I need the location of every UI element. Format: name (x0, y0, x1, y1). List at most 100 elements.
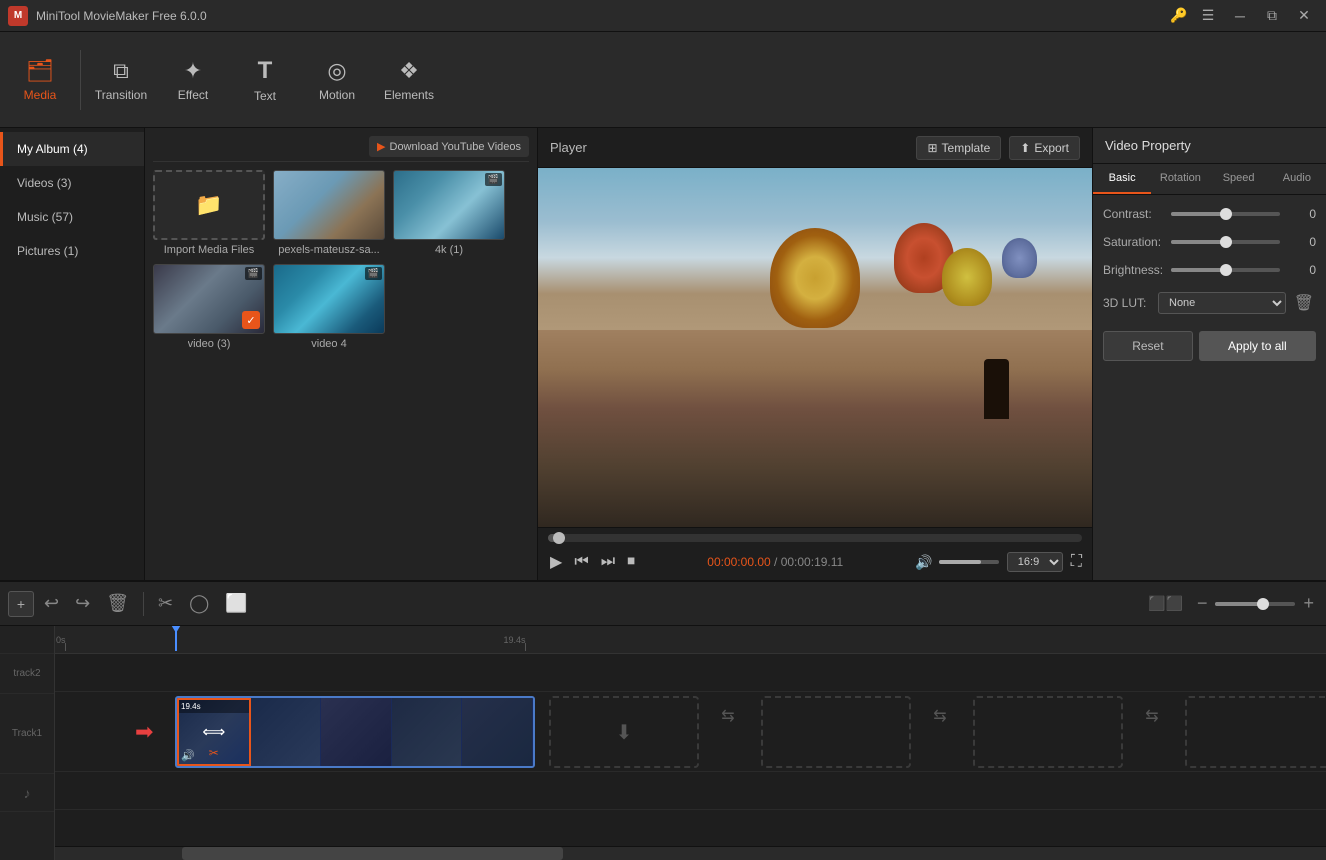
download-youtube-label: Download YouTube Videos (390, 141, 522, 153)
volume-icon[interactable]: 🔊 (913, 552, 934, 573)
playback-buttons: ▶ ⏮ ⏭ ⏹ (548, 550, 637, 574)
fit-button[interactable]: ⬛⬛ (1142, 591, 1189, 616)
balloon-large (770, 228, 860, 328)
media-item-balloon[interactable]: pexels-mateusz-sa... (273, 170, 385, 256)
redo-button[interactable]: ↪ (69, 589, 96, 618)
apply-all-button[interactable]: Apply to all (1199, 331, 1316, 361)
toolbar-item-transition[interactable]: ⧉ Transition (85, 40, 157, 120)
slot-1[interactable]: ⬇ (549, 696, 699, 768)
transition-arrow-3: ⇆ (1145, 706, 1158, 726)
delete-button[interactable]: 🗑 (100, 589, 135, 618)
prop-actions: Reset Apply to all (1103, 331, 1316, 361)
scrollbar-area (55, 846, 1326, 860)
brightness-label: Brightness: (1103, 263, 1171, 277)
sidebar-label-music: Music (57) (17, 210, 73, 224)
crop-button[interactable]: ⬜ (219, 589, 253, 618)
prev-button[interactable]: ⏮ (572, 551, 590, 573)
sidebar-label-pictures: Pictures (1) (17, 244, 78, 258)
slot-3[interactable] (973, 696, 1123, 768)
menu-button[interactable]: ☰ (1194, 5, 1222, 27)
toolbar-item-effect[interactable]: ✦ Effect (157, 40, 229, 120)
figure (984, 359, 1009, 419)
prop-header: Video Property (1093, 128, 1326, 164)
scrollbar-thumb[interactable] (182, 847, 563, 860)
ruler-label-area (0, 626, 54, 654)
zoom-out-button[interactable]: − (1193, 589, 1212, 618)
contrast-label: Contrast: (1103, 207, 1171, 221)
zoom-slider[interactable] (1215, 602, 1295, 606)
prop-tab-audio[interactable]: Audio (1268, 164, 1326, 194)
template-button[interactable]: ⊞ Template (916, 136, 1001, 160)
current-time: 00:00:00.00 / 00:00:19.11 (707, 555, 843, 569)
volume-slider[interactable] (939, 560, 999, 564)
media-item-video3[interactable]: 🎬 ✓ video (3) (153, 264, 265, 350)
toolbar-item-media[interactable]: 🗂 Media (4, 40, 76, 120)
prop-tabs: Basic Rotation Speed Audio (1093, 164, 1326, 195)
prop-tab-speed[interactable]: Speed (1210, 164, 1268, 194)
media-item-4k[interactable]: 🎬 4k (1) (393, 170, 505, 256)
progress-handle[interactable] (553, 532, 565, 544)
resize-handle[interactable]: ⟺ (202, 722, 225, 742)
contrast-handle (1220, 208, 1232, 220)
progress-bar[interactable] (548, 534, 1082, 542)
video-clip[interactable]: 19.4s ⟺ ✂ (175, 696, 535, 768)
transition-arrow-2: ⇆ (933, 706, 946, 726)
camera-icon-video4: 🎬 (365, 267, 382, 280)
slot-2[interactable] (761, 696, 911, 768)
brightness-slider[interactable] (1171, 268, 1280, 272)
next-button[interactable]: ⏭ (599, 551, 617, 573)
brightness-row: Brightness: 0 (1103, 263, 1316, 277)
sidebar-item-pictures[interactable]: Pictures (1) (0, 234, 144, 268)
stop-button[interactable]: ⏹ (625, 551, 637, 573)
sidebar-item-videos[interactable]: Videos (3) (0, 166, 144, 200)
reset-button[interactable]: Reset (1103, 331, 1193, 361)
contrast-slider[interactable] (1171, 212, 1280, 216)
audio-button[interactable]: ◯ (183, 589, 215, 618)
toolbar-item-motion[interactable]: ◎ Motion (301, 40, 373, 120)
brightness-handle (1220, 264, 1232, 276)
prop-tab-basic[interactable]: Basic (1093, 164, 1151, 194)
media-item-video4[interactable]: 🎬 video 4 (273, 264, 385, 350)
sidebar-item-music[interactable]: Music (57) (0, 200, 144, 234)
transition-2[interactable]: ⇆ (915, 696, 965, 736)
playhead[interactable] (175, 626, 177, 651)
transition-1[interactable]: ⇆ (703, 696, 753, 736)
track-label-track1: Track1 (0, 694, 54, 774)
toolbar-item-elements[interactable]: ❖ Elements (373, 40, 445, 120)
export-button[interactable]: ⬆ Export (1009, 136, 1080, 160)
import-label: Import Media Files (164, 244, 254, 256)
horizontal-scrollbar[interactable] (55, 847, 1326, 860)
fullscreen-button[interactable]: ⛶ (1071, 553, 1082, 571)
add-track-button[interactable]: + (8, 591, 34, 617)
transition-3[interactable]: ⇆ (1127, 696, 1177, 736)
cut-button[interactable]: ✂ (152, 589, 179, 618)
lut-delete-button[interactable]: 🗑 (1292, 291, 1316, 315)
aspect-ratio-select[interactable]: 16:9 (1007, 552, 1063, 572)
timeline-divider-1 (143, 592, 144, 616)
minimize-button[interactable]: ─ (1226, 5, 1254, 27)
toolbar-item-text[interactable]: T Text (229, 40, 301, 120)
restore-button[interactable]: ⧉ (1258, 5, 1286, 27)
ruler-mark-0s: 0s (65, 643, 66, 651)
sidebar-item-my-album[interactable]: My Album (4) (0, 132, 144, 166)
close-button[interactable]: ✕ (1290, 5, 1318, 27)
zoom-in-button[interactable]: + (1299, 589, 1318, 618)
content-area: My Album (4) Videos (3) Music (57) Pictu… (0, 128, 1326, 580)
undo-button[interactable]: ↩ (38, 589, 65, 618)
clip-segment-4 (392, 698, 463, 766)
download-youtube-button[interactable]: ▶ Download YouTube Videos (369, 136, 529, 157)
saturation-slider[interactable] (1171, 240, 1280, 244)
app-icon: M (8, 6, 28, 26)
window-controls: ☰ ─ ⧉ ✕ (1194, 5, 1318, 27)
zoom-handle (1257, 598, 1269, 610)
elements-icon: ❖ (399, 58, 419, 84)
play-button[interactable]: ▶ (548, 550, 564, 574)
4k-label: 4k (1) (435, 244, 463, 256)
prop-tab-rotation[interactable]: Rotation (1151, 164, 1209, 194)
landscape (538, 330, 1092, 527)
ruler-inner: 0s 19.4s (55, 626, 1315, 651)
slot-4[interactable] (1185, 696, 1326, 768)
media-item-import[interactable]: 📁 Import Media Files (153, 170, 265, 256)
lut-select[interactable]: None (1158, 292, 1286, 314)
media-icon: 🗂 (26, 58, 54, 84)
